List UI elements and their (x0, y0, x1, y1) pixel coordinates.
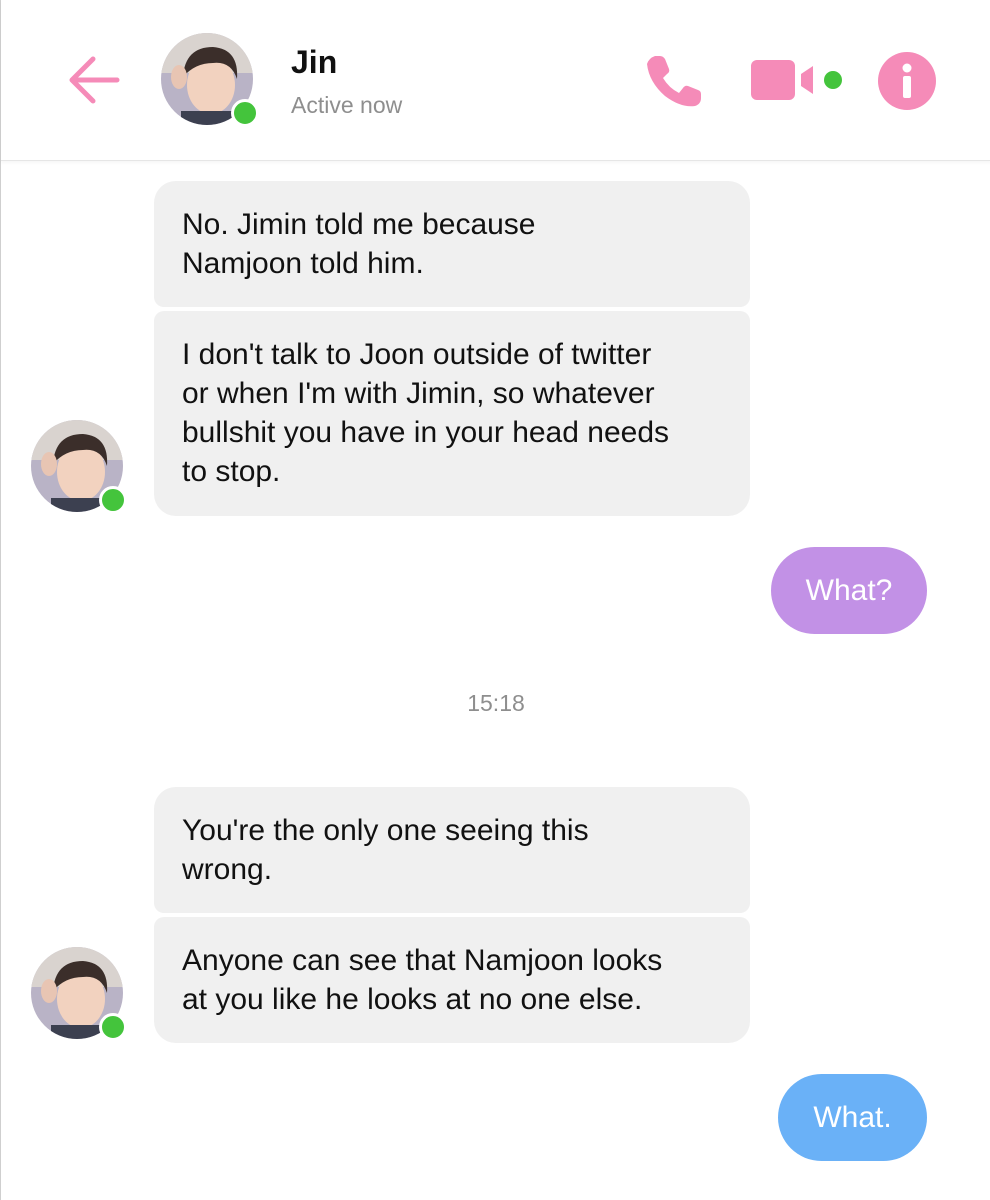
contact-avatar[interactable] (161, 33, 259, 127)
message-timestamp: 15:18 (467, 690, 525, 716)
incoming-message[interactable]: I don't talk to Joon outside of twitter … (154, 311, 750, 516)
info-button[interactable] (877, 51, 937, 111)
call-button[interactable] (641, 50, 705, 110)
back-button[interactable] (63, 50, 123, 110)
contact-name[interactable]: Jin (291, 44, 337, 81)
online-status-dot (231, 99, 259, 127)
incoming-message[interactable]: No. Jimin told me because Namjoon told h… (154, 181, 750, 307)
sender-avatar[interactable] (31, 420, 127, 514)
phone-icon (647, 56, 701, 107)
contact-status: Active now (291, 92, 403, 118)
chat-screen: Jin Active now No. Jimin told me because… (0, 0, 990, 1200)
outgoing-message[interactable]: What. (778, 1074, 927, 1161)
online-status-dot (99, 486, 127, 514)
video-call-button[interactable] (749, 56, 845, 104)
sender-avatar[interactable] (31, 947, 127, 1041)
video-camera-icon (751, 60, 842, 100)
chat-header: Jin Active now (1, 0, 990, 161)
outgoing-message[interactable]: What? (771, 547, 927, 634)
info-icon (878, 52, 936, 110)
incoming-message[interactable]: You're the only one seeing this wrong. (154, 787, 750, 913)
online-status-dot (99, 1013, 127, 1041)
incoming-message[interactable]: Anyone can see that Namjoon looks at you… (154, 917, 750, 1043)
arrow-left-icon (69, 56, 120, 104)
